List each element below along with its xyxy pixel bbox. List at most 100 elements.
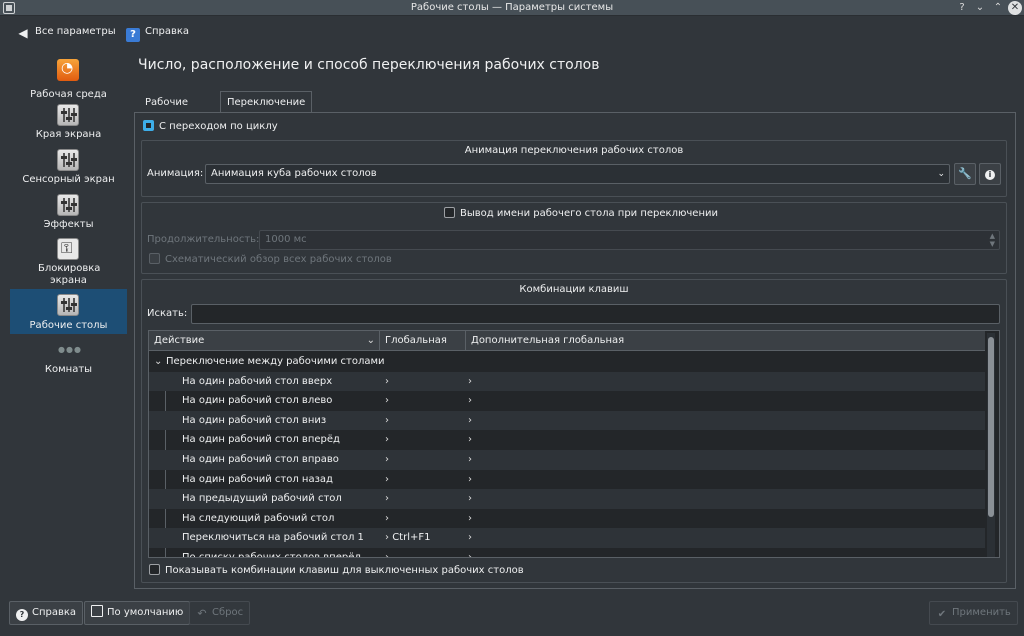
alt-global-cell[interactable]: › — [468, 430, 472, 449]
tab-switching[interactable]: Переключение — [220, 91, 313, 113]
table-row[interactable]: На один рабочий стол вправо › › — [149, 450, 985, 470]
global-cell[interactable]: › — [385, 509, 389, 528]
global-cell[interactable]: › — [385, 548, 389, 558]
sliders-icon — [57, 194, 79, 216]
expand-chevron-icon[interactable]: ⌄ — [154, 352, 162, 371]
table-row[interactable]: На один рабочий стол вниз › › — [149, 410, 985, 431]
sliders-icon — [57, 104, 79, 126]
alt-global-cell[interactable]: › — [468, 489, 472, 508]
table-row[interactable]: На следующий рабочий стол › › — [149, 509, 985, 529]
table-row[interactable]: На предыдущий рабочий стол › › — [149, 489, 985, 509]
global-cell[interactable]: › — [385, 470, 389, 489]
column-alt-global[interactable]: Дополнительная глобальная — [466, 331, 985, 351]
sidebar-item-label: Рабочие столы — [29, 320, 108, 331]
action-cell: На один рабочий стол вправо — [182, 454, 339, 465]
global-cell[interactable]: › — [385, 489, 389, 508]
toolbar-help-label: Справка — [145, 26, 190, 37]
about-animation-button[interactable]: i — [979, 163, 1001, 185]
sort-chevron-icon: ⌄ — [366, 335, 375, 346]
wrap-cycle-checkbox[interactable] — [143, 120, 154, 131]
wrap-cycle-label: С переходом по циклу — [159, 121, 278, 132]
chevron-right-icon: › — [385, 414, 389, 426]
sidebar-item-workspace[interactable]: Рабочая среда — [10, 57, 127, 100]
chevron-right-icon: › — [468, 493, 472, 505]
sidebar-item-label: Эффекты — [43, 219, 94, 230]
configure-animation-button[interactable]: 🔧 — [954, 163, 976, 185]
alt-global-cell[interactable]: › — [468, 372, 472, 391]
alt-global-cell[interactable]: › — [468, 470, 472, 489]
alt-global-cell[interactable]: › — [468, 391, 472, 410]
shortcuts-group-title: Комбинации клавиш — [519, 284, 629, 295]
close-button[interactable]: ✕ — [1008, 1, 1022, 15]
osd-checkbox[interactable] — [444, 207, 455, 218]
alt-global-cell[interactable]: › — [468, 411, 472, 430]
table-row[interactable]: По списку рабочих столов вперёд › › — [149, 548, 985, 558]
wrap-cycle-option[interactable]: С переходом по циклу — [143, 120, 278, 134]
info-icon: i — [985, 170, 995, 180]
osd-group: Вывод имени рабочего стола при переключе… — [141, 202, 1007, 274]
all-settings-button[interactable]: ◀ Все параметры — [16, 24, 116, 40]
table-header: Действие ⌄ Глобальная Дополнительная гло… — [149, 331, 985, 351]
table-row[interactable]: Переключиться на рабочий стол 1 › Ctrl+F… — [149, 528, 985, 548]
show-disabled-checkbox[interactable] — [149, 564, 160, 575]
chevron-right-icon: › — [385, 473, 389, 485]
global-cell[interactable]: › — [385, 372, 389, 391]
column-action[interactable]: Действие ⌄ — [149, 331, 380, 351]
apply-button[interactable]: ✔ Применить — [929, 601, 1018, 625]
help-window-button[interactable]: ? — [955, 1, 969, 15]
animation-select[interactable]: Анимация куба рабочих столов ⌄ — [205, 164, 950, 184]
table-row[interactable]: На один рабочий стол влево › › — [149, 391, 985, 411]
osd-option[interactable]: Вывод имени рабочего стола при переключе… — [444, 207, 718, 221]
alt-global-cell[interactable]: › — [468, 548, 472, 557]
footer-help-label: Справка — [32, 607, 77, 618]
scrollbar-thumb[interactable] — [988, 337, 994, 517]
action-cell: На один рабочий стол вверх — [182, 375, 333, 387]
all-settings-label: Все параметры — [35, 26, 116, 37]
table-row[interactable]: На один рабочий стол назад › › — [149, 470, 985, 490]
sidebar-item-touch-screen[interactable]: Сенсорный экран — [10, 147, 127, 189]
minimize-button[interactable]: ⌄ — [973, 1, 987, 15]
tab-desktops[interactable]: Рабочие столы — [138, 91, 195, 129]
global-cell[interactable]: › — [385, 411, 389, 430]
show-disabled-label: Показывать комбинации клавиш для выключе… — [165, 565, 524, 576]
global-cell[interactable]: › — [385, 450, 389, 469]
search-label: Искать: — [147, 308, 188, 319]
sidebar-item-label: Рабочая среда — [30, 89, 107, 100]
defaults-button[interactable]: По умолчанию — [84, 601, 191, 625]
category-row[interactable]: ⌄ Переключение между рабочими столами — [149, 352, 985, 372]
column-global[interactable]: Глобальная — [380, 331, 466, 351]
shortcut-search-input[interactable] — [191, 304, 1000, 324]
layout-option[interactable]: Схематический обзор всех рабочих столов — [149, 253, 392, 267]
chevron-right-icon: › — [385, 552, 389, 558]
sidebar-item-screen-edges[interactable]: Края экрана — [10, 102, 127, 144]
maximize-button[interactable]: ⌃ — [991, 1, 1005, 15]
chevron-right-icon: › — [385, 532, 389, 544]
reset-button[interactable]: ↶ Сброс — [189, 601, 251, 625]
chevron-right-icon: › — [385, 375, 389, 387]
sidebar-item-activities[interactable]: Комнаты — [10, 357, 127, 377]
duration-label: Продолжительность: — [147, 234, 260, 245]
alt-global-cell[interactable]: › — [468, 509, 472, 528]
footer-help-button[interactable]: ? Справка — [9, 601, 84, 625]
global-cell[interactable]: › Ctrl+F1 — [385, 528, 430, 547]
sidebar-item-virtual-desktops[interactable]: Рабочие столы — [10, 289, 127, 334]
table-scrollbar[interactable] — [987, 333, 995, 557]
global-cell[interactable]: › — [385, 391, 389, 410]
layout-label: Схематический обзор всех рабочих столов — [165, 254, 392, 265]
show-disabled-option[interactable]: Показывать комбинации клавиш для выключе… — [149, 564, 524, 578]
alt-global-cell[interactable]: › — [468, 450, 472, 469]
toolbar-help-button[interactable]: ? Справка — [126, 24, 190, 42]
alt-global-cell[interactable]: › — [468, 528, 472, 547]
layout-checkbox[interactable] — [149, 253, 160, 264]
sidebar-item-screen-lock[interactable]: Блокировка экрана — [10, 237, 127, 289]
table-row[interactable]: На один рабочий стол вверх › › — [149, 371, 985, 392]
chevron-right-icon: › — [468, 414, 472, 426]
sidebar-item-effects[interactable]: Эффекты — [10, 192, 127, 234]
global-cell[interactable]: › — [385, 430, 389, 449]
duration-spinbox[interactable]: 1000 мс ▲ ▼ — [259, 230, 1000, 250]
animation-group-title: Анимация переключения рабочих столов — [464, 145, 684, 156]
table-row[interactable]: На один рабочий стол вперёд › › — [149, 430, 985, 450]
column-action-label: Действие — [154, 335, 205, 346]
checkmark-icon: ✔ — [937, 609, 947, 620]
toolbar: ◀ Все параметры ? Справка — [0, 17, 1024, 47]
